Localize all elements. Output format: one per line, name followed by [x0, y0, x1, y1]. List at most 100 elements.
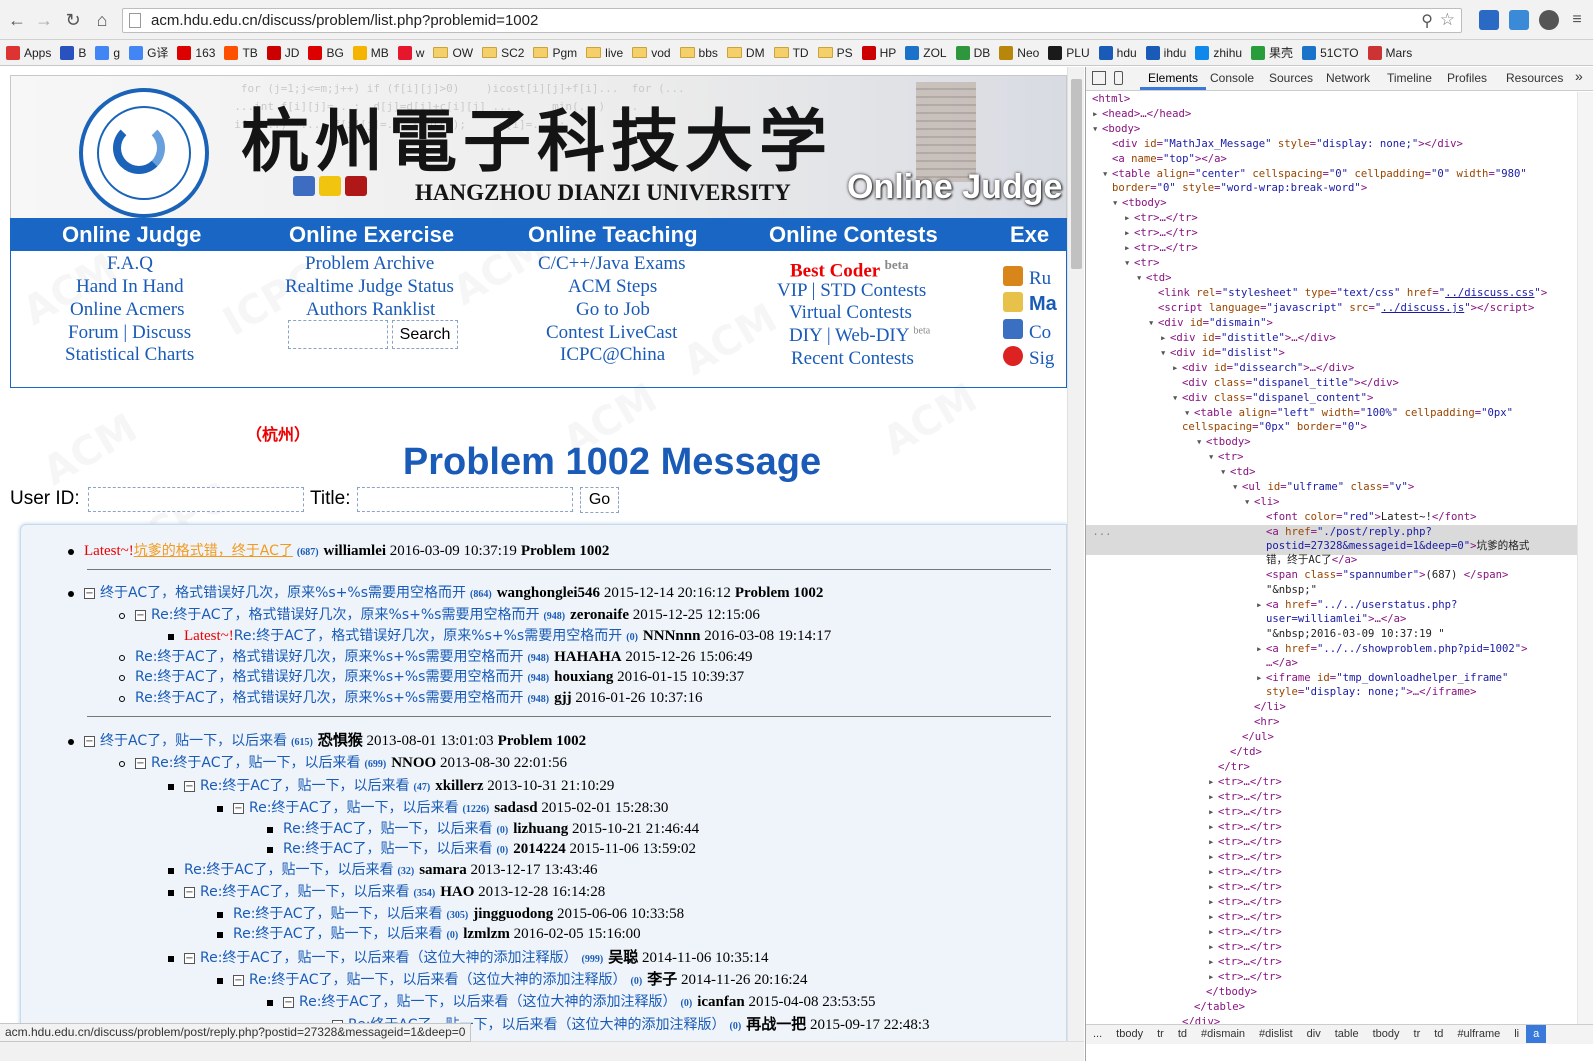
collapse-toggle-icon[interactable]: − [135, 758, 146, 770]
go-button[interactable]: Go [580, 487, 619, 513]
author-link[interactable]: houxiang [554, 669, 613, 685]
devtools-tab-network[interactable]: Network [1326, 71, 1370, 85]
collapse-toggle-icon[interactable]: − [184, 953, 195, 965]
dom-node[interactable]: "&nbsp;2016-03-09 10:37:19 " [1266, 627, 1445, 641]
address-url[interactable]: acm.hdu.edu.cn/discuss/problem/list.php?… [151, 12, 538, 29]
devtools-scrollbar[interactable] [1577, 92, 1593, 1036]
back-icon[interactable]: ← [6, 9, 28, 31]
page-horizontal-scrollbar[interactable] [0, 1041, 1084, 1061]
nav-link-virtual-contests[interactable]: Virtual Contests [789, 302, 912, 324]
author-link[interactable]: lzmlzm [463, 926, 510, 942]
nav-link-faq[interactable]: F.A.Q [107, 253, 153, 275]
nav-link-co[interactable]: Co [1029, 322, 1051, 344]
bookmark-pgm[interactable]: Pgm [533, 46, 577, 60]
nav-link-problem-archive[interactable]: Problem Archive [305, 253, 434, 275]
collapse-toggle-icon[interactable]: − [184, 887, 195, 899]
nav-link-exams[interactable]: C/C++/Java Exams [538, 253, 686, 275]
dom-node[interactable]: <span class="spannumber">(687) </span> [1266, 568, 1508, 582]
breadcrumb-item[interactable]: #dismain [1194, 1025, 1252, 1040]
dom-node[interactable]: ▸ <iframe id="tmp_downloadhelper_iframe" [1256, 671, 1508, 685]
bookmark-ihdu[interactable]: ihdu [1145, 45, 1186, 60]
bookmark-live[interactable]: live [586, 46, 623, 60]
collapse-toggle-icon[interactable]: − [233, 803, 244, 815]
dom-node[interactable]: ▸ <head>…</head> [1092, 107, 1191, 121]
thread-title-link[interactable]: Re:终于AC了，贴一下，以后来看 [200, 884, 410, 900]
dom-node[interactable]: <hr> [1254, 715, 1280, 729]
breadcrumb-item[interactable]: td [1427, 1025, 1450, 1040]
author-link[interactable]: 李子 [647, 972, 677, 988]
home-icon[interactable]: ⌂ [91, 9, 113, 31]
dom-node[interactable]: </table> [1194, 1000, 1245, 1014]
breadcrumb-item[interactable]: tr [1407, 1025, 1428, 1040]
thread-title-link[interactable]: Re:终于AC了，格式错误好几次，原来%s+%s需要用空格而开 [151, 607, 539, 623]
nav-link-icpc-china[interactable]: ICPC@China [560, 344, 665, 366]
nav-link-go-to-job[interactable]: Go to Job [576, 299, 650, 321]
thread-title-link[interactable]: Re:终于AC了，贴一下，以后来看 [233, 906, 443, 922]
bookmark-w[interactable]: w [397, 45, 424, 60]
thread-title-link[interactable]: Re:终于AC了，贴一下，以后来看 [184, 862, 394, 878]
author-link[interactable]: 再战一把 [746, 1017, 806, 1033]
nav-link-sig[interactable]: Sig [1029, 348, 1054, 370]
devtools-tab-profiles[interactable]: Profiles [1447, 71, 1487, 85]
dom-node[interactable]: ▸ <tr>…</tr> [1208, 835, 1282, 849]
bookmark-hp[interactable]: HP [861, 45, 896, 60]
author-link[interactable]: xkillerz [435, 778, 483, 794]
dom-node[interactable]: ▸ <tr>…</tr> [1208, 940, 1282, 954]
dom-node[interactable]: ▸ <tr>…</tr> [1124, 226, 1198, 240]
problem-search-input[interactable] [288, 320, 388, 349]
author-link[interactable]: sadasd [494, 800, 537, 816]
dom-node[interactable]: ▸ <tr>…</tr> [1208, 805, 1282, 819]
dom-node[interactable]: </tbody> [1206, 985, 1257, 999]
collapse-toggle-icon[interactable]: − [84, 736, 95, 748]
breadcrumb-item[interactable]: #ulframe [1450, 1025, 1507, 1040]
thread-title-link[interactable]: 终于AC了，格式错误好几次，原来%s+%s需要用空格而开 [100, 585, 466, 601]
page-vertical-scrollbar[interactable] [1067, 67, 1084, 1041]
extension-arrow-icon[interactable] [1479, 10, 1499, 30]
thread-title-link[interactable]: Re:终于AC了，格式错误好几次，原来%s+%s需要用空格而开 [135, 649, 523, 665]
thread-title-link[interactable]: Re:终于AC了，贴一下，以后来看 [233, 926, 443, 942]
nav-link-statistical-charts[interactable]: Statistical Charts [65, 344, 194, 366]
author-link[interactable]: HAHAHA [554, 649, 622, 665]
user-id-input[interactable] [88, 487, 304, 512]
bookmark-zhihu[interactable]: zhihu [1195, 45, 1242, 60]
dom-node[interactable]: ▾ <tr> [1124, 256, 1160, 270]
devtools-tab-timeline[interactable]: Timeline [1387, 71, 1432, 85]
dom-node[interactable]: "&nbsp;" [1266, 583, 1317, 597]
breadcrumb-item[interactable]: td [1171, 1025, 1194, 1040]
dom-node[interactable]: <html> [1092, 92, 1130, 106]
bookmark-51cto[interactable]: 51CTO [1302, 45, 1359, 60]
nav-link-vip-std-contests[interactable]: VIP | STD Contests [777, 280, 926, 302]
dom-node[interactable]: ▸ <a href="../../showproblem.php?pid=1002… [1256, 642, 1528, 656]
nav-link-contest-livecast[interactable]: Contest LiveCast [546, 322, 677, 344]
devtools-tab-resources[interactable]: Resources [1506, 71, 1563, 85]
bookmark-td[interactable]: TD [773, 46, 809, 60]
thread-title-link[interactable]: Re:终于AC了，贴一下，以后来看 [151, 755, 361, 771]
author-link[interactable]: HAO [440, 884, 474, 900]
bookmark-bg[interactable]: BG [308, 45, 344, 60]
nav-link-best-coder[interactable]: Best Coder beta [790, 257, 908, 282]
thread-title-link[interactable]: Re:终于AC了，格式错误好几次，原来%s+%s需要用空格而开 [135, 690, 523, 706]
dom-node[interactable]: ▸ <tr>…</tr> [1124, 211, 1198, 225]
dom-node[interactable]: ▸ <tr>…</tr> [1208, 925, 1282, 939]
breadcrumb-item[interactable]: tbody [1109, 1025, 1150, 1040]
dom-node[interactable]: ▾ <tr> [1208, 450, 1244, 464]
dom-node[interactable]: <a name="top"></a> [1112, 152, 1227, 166]
breadcrumb-item[interactable]: tr [1150, 1025, 1171, 1040]
nav-link-ma[interactable]: Ma [1029, 293, 1057, 316]
address-bar[interactable]: acm.hdu.edu.cn/discuss/problem/list.php?… [122, 8, 1462, 33]
bookmark-hdu[interactable]: hdu [1098, 45, 1137, 60]
bookmark-plu[interactable]: PLU [1048, 45, 1090, 60]
dom-node[interactable]: ▾ <table align="center" cellspacing="0" c… [1102, 167, 1527, 181]
dom-node[interactable]: ▾ <body> [1092, 122, 1140, 136]
dom-node[interactable]: ▸ <div id="dissearch">…</div> [1172, 361, 1354, 375]
university-logo[interactable] [79, 88, 209, 218]
nav-link-ru[interactable]: Ru [1029, 268, 1051, 290]
breadcrumb-item[interactable]: a [1526, 1025, 1547, 1043]
problem-link[interactable]: Problem 1002 [498, 733, 586, 749]
zoom-icon[interactable]: ⚲ [1421, 11, 1433, 31]
breadcrumb-item[interactable]: table [1328, 1025, 1366, 1040]
author-link[interactable]: jingguodong [473, 906, 553, 922]
dom-node[interactable]: ▾ <td> [1220, 465, 1256, 479]
dom-node[interactable]: ▸ <tr>…</tr> [1124, 241, 1198, 255]
devtools-tab-elements[interactable]: Elements [1139, 71, 1207, 90]
